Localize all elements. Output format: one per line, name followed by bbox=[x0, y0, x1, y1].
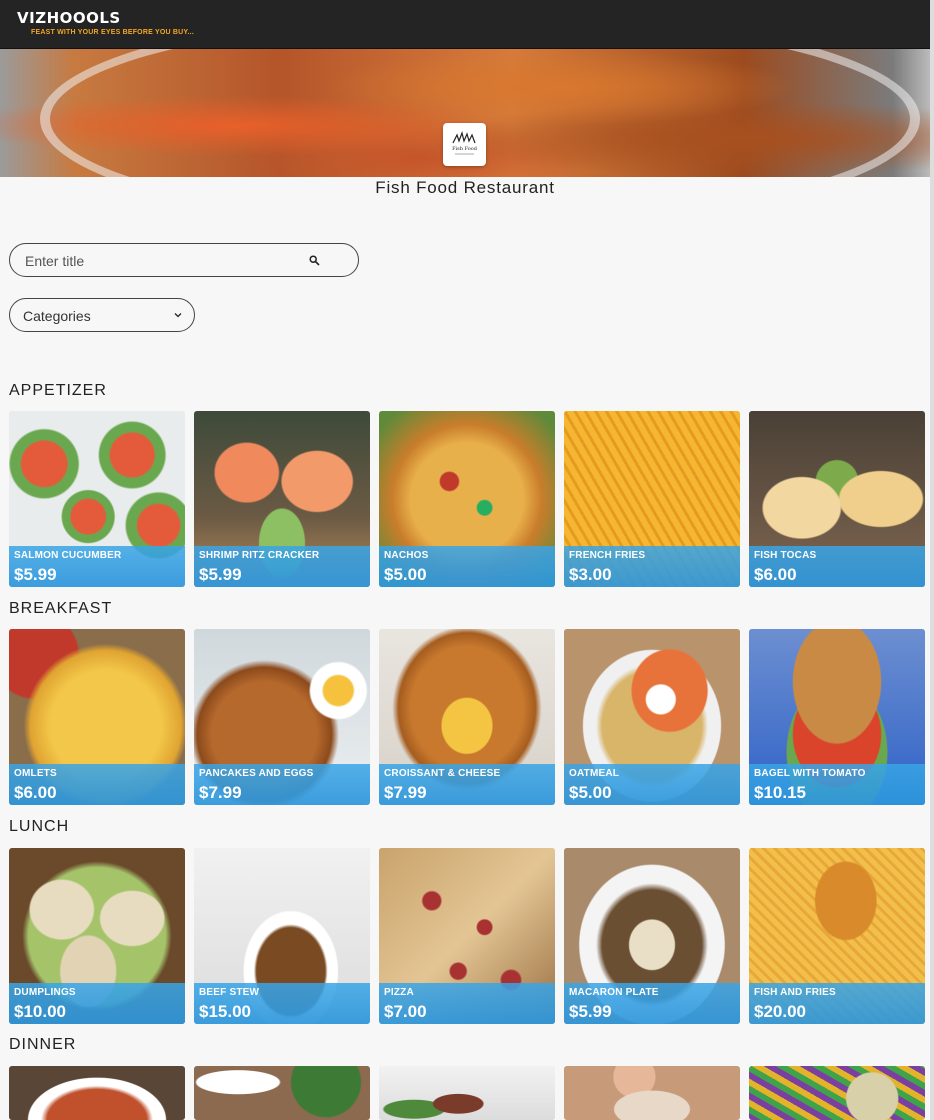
menu-card[interactable]: FRENCH FRIES $3.00 bbox=[564, 411, 740, 587]
item-name: OMLETS bbox=[14, 768, 57, 779]
menu-card[interactable] bbox=[194, 1066, 370, 1120]
item-price: $20.00 bbox=[754, 1002, 806, 1021]
search-input[interactable] bbox=[23, 251, 297, 271]
menu-card[interactable] bbox=[564, 1066, 740, 1120]
restaurant-logo: Fish Food bbox=[443, 123, 486, 166]
menu-card[interactable]: BAGEL WITH TOMATO $10.15 bbox=[749, 629, 925, 805]
menu-card[interactable]: SHRIMP RITZ CRACKER $5.99 bbox=[194, 411, 370, 587]
item-price: $10.15 bbox=[754, 783, 806, 802]
item-name: BEEF STEW bbox=[199, 987, 260, 998]
section-title-lunch: LUNCH bbox=[9, 818, 70, 835]
item-price: $5.99 bbox=[14, 565, 57, 584]
menu-row-breakfast: OMLETS $6.00 PANCAKES AND EGGS $7.99 CRO… bbox=[9, 629, 925, 805]
item-name: MACARON PLATE bbox=[569, 987, 659, 998]
restaurant-logo-text: Fish Food bbox=[452, 146, 478, 152]
item-price: $5.00 bbox=[384, 565, 427, 584]
item-name: SALMON CUCUMBER bbox=[14, 550, 122, 561]
item-price: $5.00 bbox=[569, 783, 612, 802]
menu-card[interactable] bbox=[379, 1066, 555, 1120]
page-scrollbar[interactable] bbox=[930, 0, 934, 1120]
item-name: FRENCH FRIES bbox=[569, 550, 646, 561]
menu-card[interactable] bbox=[749, 1066, 925, 1120]
categories-dropdown[interactable]: Categories bbox=[9, 298, 195, 332]
item-name: SHRIMP RITZ CRACKER bbox=[199, 550, 320, 561]
search-icon[interactable] bbox=[309, 255, 320, 266]
section-title-appetizer: APPETIZER bbox=[9, 382, 107, 399]
item-price: $7.99 bbox=[384, 783, 427, 802]
item-price: $6.00 bbox=[754, 565, 797, 584]
food-image bbox=[9, 1066, 185, 1120]
menu-row-appetizer: SALMON CUCUMBER $5.99 SHRIMP RITZ CRACKE… bbox=[9, 411, 925, 587]
menu-card[interactable]: PANCAKES AND EGGS $7.99 bbox=[194, 629, 370, 805]
food-image bbox=[379, 1066, 555, 1120]
top-navbar: VIZHOOOLS FEAST WITH YOUR EYES BEFORE YO… bbox=[0, 0, 930, 49]
menu-card[interactable]: SALMON CUCUMBER $5.99 bbox=[9, 411, 185, 587]
item-name: PIZZA bbox=[384, 987, 414, 998]
chevron-down-icon bbox=[174, 313, 182, 318]
item-name: OATMEAL bbox=[569, 768, 620, 779]
item-name: FISH TOCAS bbox=[754, 550, 817, 561]
item-price: $15.00 bbox=[199, 1002, 251, 1021]
menu-row-dinner bbox=[9, 1066, 925, 1120]
item-name: CROISSANT & CHEESE bbox=[384, 768, 501, 779]
menu-card[interactable]: FISH AND FRIES $20.00 bbox=[749, 848, 925, 1024]
brand-tagline: FEAST WITH YOUR EYES BEFORE YOU BUY... bbox=[31, 29, 194, 36]
search-box[interactable] bbox=[9, 243, 359, 277]
item-name: NACHOS bbox=[384, 550, 429, 561]
item-name: DUMPLINGS bbox=[14, 987, 76, 998]
section-title-dinner: DINNER bbox=[9, 1036, 77, 1053]
menu-card[interactable]: FISH TOCAS $6.00 bbox=[749, 411, 925, 587]
menu-card[interactable]: CROISSANT & CHEESE $7.99 bbox=[379, 629, 555, 805]
food-image bbox=[564, 1066, 740, 1120]
item-name: BAGEL WITH TOMATO bbox=[754, 768, 866, 779]
menu-card[interactable]: BEEF STEW $15.00 bbox=[194, 848, 370, 1024]
food-image bbox=[194, 1066, 370, 1120]
item-price: $5.99 bbox=[199, 565, 242, 584]
menu-card[interactable] bbox=[9, 1066, 185, 1120]
menu-card[interactable]: OATMEAL $5.00 bbox=[564, 629, 740, 805]
item-price: $10.00 bbox=[14, 1002, 66, 1021]
menu-card[interactable]: DUMPLINGS $10.00 bbox=[9, 848, 185, 1024]
item-name: PANCAKES AND EGGS bbox=[199, 768, 314, 779]
item-price: $3.00 bbox=[569, 565, 612, 584]
item-price: $7.00 bbox=[384, 1002, 427, 1021]
food-image bbox=[749, 1066, 925, 1120]
item-price: $7.99 bbox=[199, 783, 242, 802]
menu-row-lunch: DUMPLINGS $10.00 BEEF STEW $15.00 PIZZA … bbox=[9, 848, 925, 1024]
categories-dropdown-label: Categories bbox=[23, 308, 91, 324]
item-price: $5.99 bbox=[569, 1002, 612, 1021]
menu-card[interactable]: MACARON PLATE $5.99 bbox=[564, 848, 740, 1024]
brand-logo[interactable]: VIZHOOOLS bbox=[17, 9, 121, 27]
menu-card[interactable]: PIZZA $7.00 bbox=[379, 848, 555, 1024]
section-title-breakfast: BREAKFAST bbox=[9, 600, 113, 617]
restaurant-name: Fish Food Restaurant bbox=[375, 178, 555, 197]
fish-logo-icon: Fish Food bbox=[452, 130, 478, 155]
item-price: $6.00 bbox=[14, 783, 57, 802]
menu-card[interactable]: OMLETS $6.00 bbox=[9, 629, 185, 805]
item-name: FISH AND FRIES bbox=[754, 987, 836, 998]
menu-card[interactable]: NACHOS $5.00 bbox=[379, 411, 555, 587]
